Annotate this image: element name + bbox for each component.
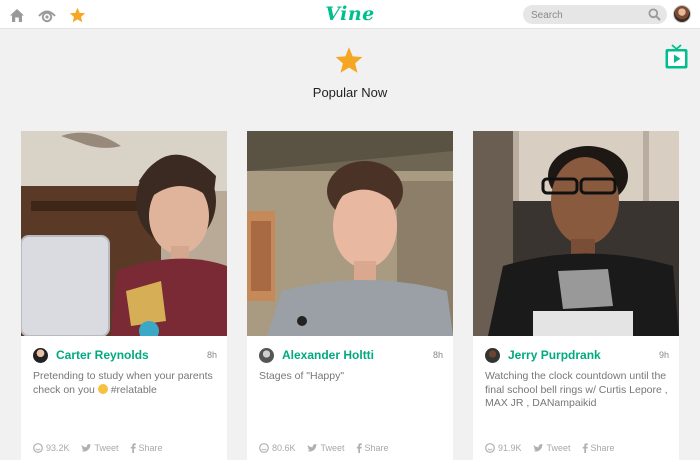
search-input[interactable] (523, 6, 641, 25)
post-time: 8h (206, 350, 217, 360)
like-button[interactable]: 91.9K (485, 443, 522, 453)
like-count: 80.6K (272, 443, 296, 453)
post-description: Stages of "Happy" (259, 370, 445, 384)
like-count: 93.2K (46, 443, 70, 453)
like-count: 91.9K (498, 443, 522, 453)
hashtag-link[interactable]: #relatable (111, 384, 157, 396)
post-time: 8h (432, 350, 443, 360)
like-button[interactable]: 93.2K (33, 443, 70, 453)
popular-star-icon (335, 47, 363, 73)
search-icon[interactable] (648, 8, 661, 21)
user-avatar[interactable] (673, 5, 691, 23)
twitter-icon (81, 443, 92, 452)
eye-icon[interactable] (38, 6, 56, 24)
twitter-icon (307, 443, 318, 452)
facebook-icon (582, 443, 588, 453)
author-avatar[interactable] (33, 347, 48, 363)
author-name[interactable]: Jerry Purpdrank (508, 348, 601, 362)
share-button[interactable]: Share (582, 443, 615, 453)
smile-icon (33, 443, 43, 453)
author-avatar[interactable] (485, 347, 500, 363)
tweet-button[interactable]: Tweet (81, 443, 119, 453)
video-thumbnail[interactable] (473, 131, 679, 336)
share-label: Share (364, 443, 389, 453)
post-description: Watching the clock countdown until the f… (485, 370, 671, 411)
like-button[interactable]: 80.6K (259, 443, 296, 453)
share-button[interactable]: Share (356, 443, 389, 453)
smile-icon (485, 443, 495, 453)
share-button[interactable]: Share (130, 443, 163, 453)
top-bar: Vine (0, 0, 700, 29)
twitter-icon (533, 443, 544, 452)
post-card[interactable]: Carter Reynolds 8h Pretending to study w… (21, 131, 227, 460)
post-time: 9h (658, 350, 669, 360)
video-thumbnail[interactable] (21, 131, 227, 336)
video-thumbnail[interactable] (247, 131, 453, 336)
smile-icon (259, 443, 269, 453)
facebook-icon (356, 443, 362, 453)
search-box[interactable] (523, 5, 667, 25)
share-label: Share (590, 443, 615, 453)
page-title: Popular Now (312, 85, 388, 100)
post-description: Pretending to study when your parents ch… (33, 370, 219, 397)
author-avatar[interactable] (259, 347, 274, 363)
star-icon[interactable] (68, 6, 86, 24)
tv-icon[interactable] (665, 44, 688, 69)
post-card[interactable]: Jerry Purpdrank 9h Watching the clock co… (473, 131, 679, 460)
tweet-button[interactable]: Tweet (533, 443, 571, 453)
home-icon[interactable] (8, 6, 26, 24)
tweet-label: Tweet (320, 443, 345, 453)
author-name[interactable]: Carter Reynolds (56, 348, 149, 362)
description-text: Watching the clock countdown until the f… (485, 370, 668, 409)
share-label: Share (138, 443, 163, 453)
tweet-label: Tweet (546, 443, 571, 453)
tweet-button[interactable]: Tweet (307, 443, 345, 453)
tweet-label: Tweet (94, 443, 119, 453)
emoji-icon (97, 383, 108, 394)
post-card[interactable]: Alexander Holtti 8h Stages of "Happy" 80… (247, 131, 453, 460)
description-text: Stages of "Happy" (259, 370, 345, 382)
facebook-icon (130, 443, 136, 453)
author-name[interactable]: Alexander Holtti (282, 348, 374, 362)
